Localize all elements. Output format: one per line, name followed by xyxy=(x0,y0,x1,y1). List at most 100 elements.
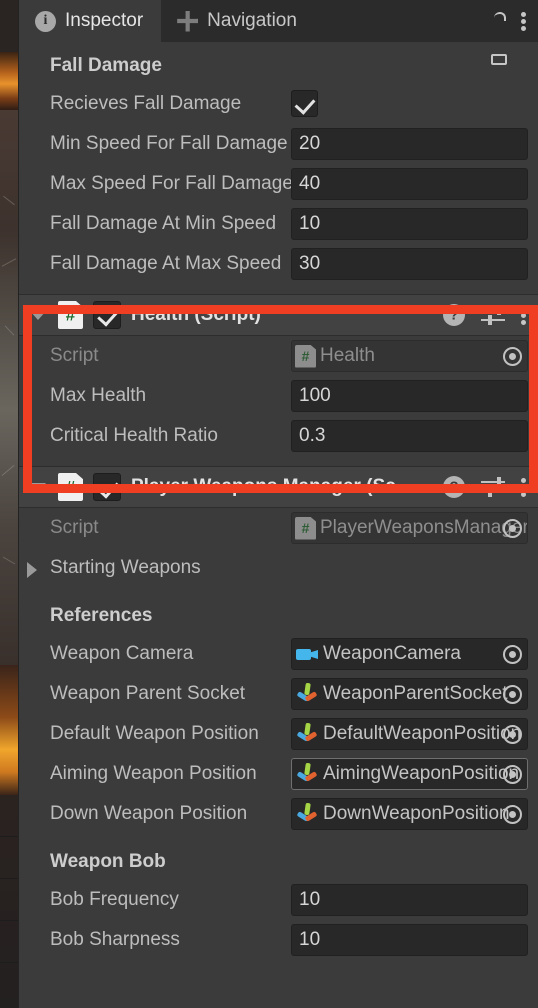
input-max-speed-for-fall-damage[interactable]: 40 xyxy=(291,168,528,200)
kebab-menu-icon[interactable] xyxy=(521,305,526,325)
objectfield-default-weapon-position-value: DefaultWeaponPosition xyxy=(323,723,522,744)
field-bob-sharpness[interactable]: 10 xyxy=(291,924,528,956)
objectfield-aiming-weapon-position[interactable]: AimingWeaponPosition xyxy=(291,758,528,790)
label-min-speed-for-fall-damage: Min Speed For Fall Damage xyxy=(50,133,288,154)
object-picker-icon[interactable] xyxy=(499,641,525,667)
transform-icon xyxy=(295,682,319,706)
objectfield-weapon-parent-socket[interactable]: WeaponParentSocket xyxy=(291,678,528,710)
scene-rock-upper xyxy=(0,110,18,410)
label-weapon-camera: Weapon Camera xyxy=(50,643,194,664)
field-down-weapon-position[interactable]: DownWeaponPosition xyxy=(291,798,528,830)
help-icon[interactable] xyxy=(443,476,465,498)
inspector-panel: Inspector Navigation Fall Damage Rec xyxy=(18,0,538,1008)
row-fall-damage-at-min-speed[interactable]: Fall Damage At Min Speed 10 xyxy=(19,204,538,244)
tab-bar: Inspector Navigation xyxy=(19,0,538,65)
row-aiming-weapon-position[interactable]: Aiming Weapon Position AimingWeaponPosit… xyxy=(19,754,538,794)
checkbox-player-weapons-manager-enabled[interactable] xyxy=(93,473,121,501)
object-picker-icon[interactable] xyxy=(499,343,525,369)
foldout-health-icon[interactable] xyxy=(30,310,46,320)
objectfield-down-weapon-position[interactable]: DownWeaponPosition xyxy=(291,798,528,830)
foldout-player-weapons-manager-icon[interactable] xyxy=(30,482,46,492)
tab-inspector[interactable]: Inspector xyxy=(19,0,162,42)
scene-panel-edge xyxy=(0,878,18,879)
group-header-fall-damage: Fall Damage xyxy=(50,55,162,76)
label-critical-health-ratio: Critical Health Ratio xyxy=(50,425,218,446)
label-weapons-script: Script xyxy=(50,517,99,538)
row-starting-weapons[interactable]: Starting Weapons xyxy=(19,548,538,588)
scene-sky xyxy=(0,52,18,110)
transform-icon xyxy=(295,762,319,786)
info-icon xyxy=(35,10,56,32)
row-bob-sharpness[interactable]: Bob Sharpness 10 xyxy=(19,920,538,960)
preset-settings-icon[interactable] xyxy=(481,305,505,325)
row-bob-frequency[interactable]: Bob Frequency 10 xyxy=(19,880,538,920)
field-critical-health-ratio[interactable]: 0.3 xyxy=(291,420,528,452)
object-picker-icon[interactable] xyxy=(499,761,525,787)
row-weapon-parent-socket[interactable]: Weapon Parent Socket WeaponParentSocket xyxy=(19,674,538,714)
field-aiming-weapon-position[interactable]: AimingWeaponPosition xyxy=(291,758,528,790)
transform-icon xyxy=(295,722,319,746)
scene-view-sliver xyxy=(0,0,18,1008)
component-header-player-weapons-manager[interactable]: Player Weapons Manager (Script) xyxy=(19,466,538,508)
field-max-health[interactable]: 100 xyxy=(291,380,528,412)
field-bob-frequency[interactable]: 10 xyxy=(291,884,528,916)
object-picker-icon[interactable] xyxy=(499,515,525,541)
input-min-speed-for-fall-damage[interactable]: 20 xyxy=(291,128,528,160)
input-bob-frequency[interactable]: 10 xyxy=(291,884,528,916)
row-critical-health-ratio[interactable]: Critical Health Ratio 0.3 xyxy=(19,416,538,456)
input-critical-health-ratio[interactable]: 0.3 xyxy=(291,420,528,452)
row-max-health[interactable]: Max Health 100 xyxy=(19,376,538,416)
field-weapon-camera[interactable]: WeaponCamera xyxy=(291,638,528,670)
objectfield-weapon-camera[interactable]: WeaponCamera xyxy=(291,638,528,670)
objectfield-weapon-parent-socket-value: WeaponParentSocket xyxy=(323,683,508,704)
field-fall-damage-at-min-speed[interactable]: 10 xyxy=(291,208,528,240)
preset-settings-icon[interactable] xyxy=(481,477,505,497)
row-max-speed-for-fall-damage[interactable]: Max Speed For Fall Damage 40 xyxy=(19,164,538,204)
checkbox-recieves-fall-damage[interactable] xyxy=(291,90,318,117)
foldout-starting-weapons-icon[interactable] xyxy=(27,562,37,578)
checkbox-health-enabled[interactable] xyxy=(93,301,121,329)
lock-open-icon[interactable] xyxy=(491,11,507,65)
label-weapon-parent-socket: Weapon Parent Socket xyxy=(50,683,246,704)
objectfield-weapons-script: PlayerWeaponsManager xyxy=(291,512,528,544)
field-weapon-parent-socket[interactable]: WeaponParentSocket xyxy=(291,678,528,710)
field-max-speed-for-fall-damage[interactable]: 40 xyxy=(291,168,528,200)
tab-navigation-label: Navigation xyxy=(207,10,297,31)
scene-lower xyxy=(0,795,18,1008)
objectfield-default-weapon-position[interactable]: DefaultWeaponPosition xyxy=(291,718,528,750)
component-header-actions-health xyxy=(443,304,526,326)
tab-inspector-label: Inspector xyxy=(65,10,144,31)
field-min-speed-for-fall-damage[interactable]: 20 xyxy=(291,128,528,160)
input-fall-damage-at-min-speed[interactable]: 10 xyxy=(291,208,528,240)
input-fall-damage-at-max-speed[interactable]: 30 xyxy=(291,248,528,280)
object-picker-icon[interactable] xyxy=(499,801,525,827)
input-bob-sharpness[interactable]: 10 xyxy=(291,924,528,956)
row-min-speed-for-fall-damage[interactable]: Min Speed For Fall Damage 20 xyxy=(19,124,538,164)
row-down-weapon-position[interactable]: Down Weapon Position DownWeaponPosition xyxy=(19,794,538,834)
objectfield-health-script: Health xyxy=(291,340,528,372)
field-default-weapon-position[interactable]: DefaultWeaponPosition xyxy=(291,718,528,750)
row-default-weapon-position[interactable]: Default Weapon Position DefaultWeaponPos… xyxy=(19,714,538,754)
kebab-menu-icon[interactable] xyxy=(521,11,526,31)
component-header-health[interactable]: Health (Script) xyxy=(19,294,538,336)
row-health-script: Script Health xyxy=(19,336,538,376)
scene-panel-edge xyxy=(0,962,18,963)
navigation-move-icon xyxy=(177,10,199,32)
row-weapon-camera[interactable]: Weapon Camera WeaponCamera xyxy=(19,634,538,674)
object-picker-icon[interactable] xyxy=(499,721,525,747)
row-fall-damage-at-max-speed[interactable]: Fall Damage At Max Speed 30 xyxy=(19,244,538,284)
label-aiming-weapon-position: Aiming Weapon Position xyxy=(50,763,257,784)
kebab-menu-icon[interactable] xyxy=(521,477,526,497)
field-fall-damage-at-max-speed[interactable]: 30 xyxy=(291,248,528,280)
label-fall-damage-at-max-speed: Fall Damage At Max Speed xyxy=(50,253,282,274)
row-recieves-fall-damage[interactable]: Recieves Fall Damage xyxy=(19,84,538,124)
field-weapons-script: PlayerWeaponsManager xyxy=(291,512,528,544)
csharp-script-icon xyxy=(58,473,83,501)
help-icon[interactable] xyxy=(443,304,465,326)
label-bob-frequency: Bob Frequency xyxy=(50,889,179,910)
tab-navigation[interactable]: Navigation xyxy=(161,0,315,42)
input-max-health[interactable]: 100 xyxy=(291,380,528,412)
objectfield-weapon-camera-value: WeaponCamera xyxy=(323,643,462,664)
object-picker-icon[interactable] xyxy=(499,681,525,707)
scene-glow xyxy=(0,665,18,795)
